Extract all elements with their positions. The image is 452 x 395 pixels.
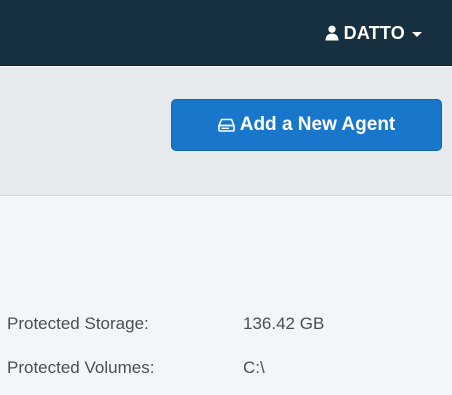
user-menu-dropdown[interactable]: DATTO bbox=[325, 21, 422, 45]
agent-details-panel: Protected Storage: 136.42 GB Protected V… bbox=[0, 197, 452, 395]
user-name: DATTO bbox=[343, 22, 405, 43]
protected-storage-value: 136.42 GB bbox=[243, 314, 325, 333]
protected-volumes-row: Protected Volumes: C:\ bbox=[7, 357, 265, 379]
add-new-agent-button[interactable]: Add a New Agent bbox=[171, 99, 442, 151]
hard-drive-icon bbox=[217, 118, 235, 132]
protected-storage-row: Protected Storage: 136.42 GB bbox=[7, 313, 324, 335]
caret-down-icon bbox=[412, 31, 422, 37]
protected-storage-label: Protected Storage: bbox=[7, 314, 149, 333]
protected-volumes-value: C:\ bbox=[243, 358, 265, 377]
page-toolbar: Add a New Agent bbox=[0, 67, 452, 196]
protected-volumes-label: Protected Volumes: bbox=[7, 358, 155, 377]
add-new-agent-label: Add a New Agent bbox=[239, 114, 396, 135]
user-icon bbox=[325, 25, 339, 41]
top-navbar: DATTO bbox=[0, 0, 452, 66]
